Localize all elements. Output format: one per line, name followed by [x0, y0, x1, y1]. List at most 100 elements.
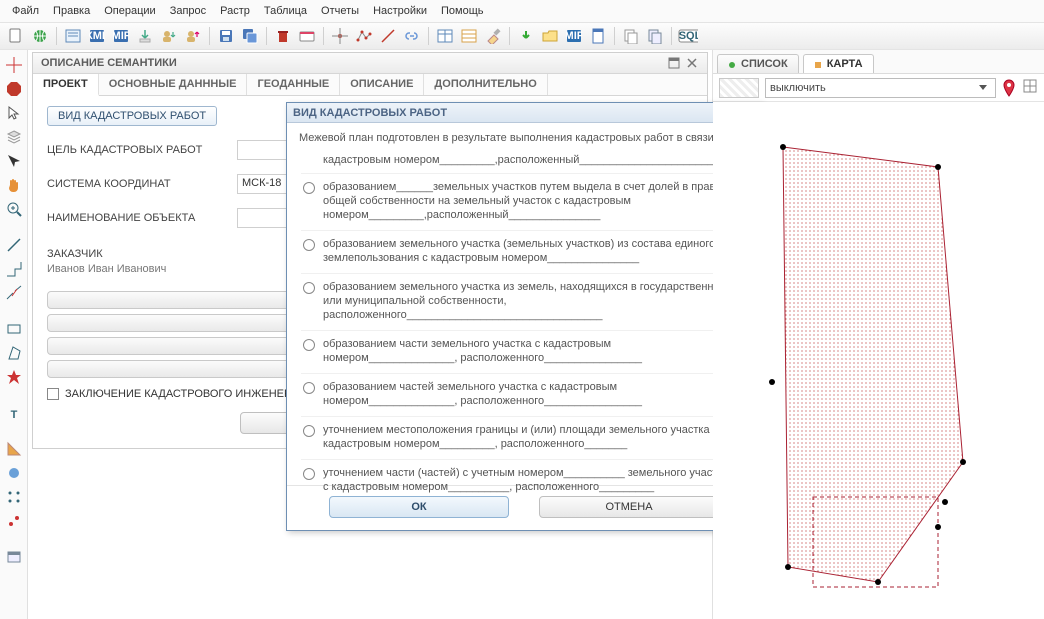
panel-close-icon[interactable] — [685, 56, 699, 70]
new-doc-icon[interactable] — [6, 26, 26, 46]
dialog-option-3[interactable]: образованием земельного участка из земел… — [301, 274, 733, 331]
panel-window-icon[interactable] — [667, 56, 681, 70]
menu-item-edit[interactable]: Правка — [49, 3, 94, 19]
dialog-option-4[interactable]: образованием части земельного участка с … — [301, 331, 733, 374]
triangle-icon[interactable] — [5, 440, 23, 458]
polygon-icon[interactable] — [5, 344, 23, 362]
workspace: T ОПИСАНИЕ СЕМАНТИКИ ПРОЕКТ ОСНОВНЫЕ ДАН… — [0, 50, 1044, 619]
layer-visibility-select[interactable]: выключить — [765, 78, 996, 98]
tab-project[interactable]: ПРОЕКТ — [33, 74, 99, 96]
cad-works-type-button[interactable]: ВИД КАДАСТРОВЫХ РАБОТ — [47, 106, 217, 126]
svg-text:MIF: MIF — [566, 30, 582, 42]
map-tool-icon[interactable] — [1022, 78, 1038, 97]
save-icon[interactable] — [216, 26, 236, 46]
user-import-icon[interactable] — [159, 26, 179, 46]
right-toolbar: выключить — [713, 74, 1044, 102]
radio-icon[interactable] — [303, 239, 315, 251]
break-line-icon[interactable] — [5, 284, 23, 302]
menu-item-file[interactable]: Файл — [8, 3, 43, 19]
cad-works-dialog-titlebar[interactable]: ВИД КАДАСТРОВЫХ РАБОТ — [287, 103, 761, 123]
map-thumb-icon[interactable] — [719, 78, 759, 98]
xml-export-icon[interactable]: XML — [87, 26, 107, 46]
polyline-blue-icon[interactable] — [5, 260, 23, 278]
mif-blue-icon[interactable]: MIF — [564, 26, 584, 46]
menu-item-reports[interactable]: Отчеты — [317, 3, 363, 19]
dialog-option-2[interactable]: образованием земельного участка (земельн… — [301, 231, 733, 274]
zoom-extents-icon[interactable] — [5, 200, 23, 218]
clear-icon[interactable] — [483, 26, 503, 46]
map-orange-dot-icon — [814, 60, 822, 68]
text-icon[interactable]: T — [5, 404, 23, 422]
card-icon[interactable] — [297, 26, 317, 46]
stop-icon[interactable] — [5, 80, 23, 98]
svg-text:T: T — [10, 409, 17, 421]
crosshair-icon[interactable] — [5, 56, 23, 74]
dialog-options-list[interactable]: кадастровым номером_________,расположенн… — [299, 149, 751, 479]
tab-extra[interactable]: ДОПОЛНИТЕЛЬНО — [424, 74, 547, 95]
layers-icon[interactable] — [5, 128, 23, 146]
dialog-option-1[interactable]: образованием______земельных участков пут… — [301, 174, 733, 231]
arrow-down-green-icon[interactable] — [516, 26, 536, 46]
four-dots-icon[interactable] — [5, 488, 23, 506]
pointer-arrow-icon[interactable] — [5, 152, 23, 170]
link-icon[interactable] — [402, 26, 422, 46]
dialog-option-6[interactable]: уточнением местоположения границы и (или… — [301, 417, 733, 460]
delete-icon[interactable] — [273, 26, 293, 46]
open-folder-icon[interactable] — [540, 26, 560, 46]
tab-map[interactable]: КАРТА — [803, 54, 874, 73]
right-pane: СПИСОК КАРТА выключить — [712, 50, 1044, 619]
menu-item-query[interactable]: Запрос — [166, 3, 210, 19]
radio-icon[interactable] — [303, 425, 315, 437]
doc-blue-icon[interactable] — [588, 26, 608, 46]
menu-item-ops[interactable]: Операции — [100, 3, 159, 19]
dialog-option-2-text: образованием земельного участка (земельн… — [323, 237, 731, 265]
dialog-option-7[interactable]: уточнением части (частей) с учетным номе… — [301, 460, 733, 502]
copy-icon[interactable] — [621, 26, 641, 46]
rect-icon[interactable] — [5, 320, 23, 338]
label-crs: СИСТЕМА КООРДИНАТ — [47, 178, 227, 190]
snap-point-icon[interactable] — [330, 26, 350, 46]
radio-icon[interactable] — [303, 468, 315, 480]
menu-bar: Файл Правка Операции Запрос Растр Таблиц… — [0, 0, 1044, 22]
menu-item-help[interactable]: Помощь — [437, 3, 488, 19]
globe-icon[interactable] — [30, 26, 50, 46]
conclusion-checkbox[interactable] — [47, 388, 59, 400]
tab-list[interactable]: СПИСОК — [717, 54, 799, 73]
map-pin-red-icon[interactable] — [1002, 79, 1016, 97]
right-tabs: СПИСОК КАРТА — [713, 50, 1044, 74]
menu-item-settings[interactable]: Настройки — [369, 3, 431, 19]
label-purpose: ЦЕЛЬ КАДАСТРОВЫХ РАБОТ — [47, 144, 227, 156]
sql-icon[interactable]: SQL — [678, 26, 698, 46]
line-blue-icon[interactable] — [5, 236, 23, 254]
two-dots-red-icon[interactable] — [5, 512, 23, 530]
circle-blue-icon[interactable] — [5, 464, 23, 482]
menu-item-table[interactable]: Таблица — [260, 3, 311, 19]
table2-icon[interactable] — [459, 26, 479, 46]
radio-icon[interactable] — [303, 182, 315, 194]
pan-hand-icon[interactable] — [5, 176, 23, 194]
dialog-intro-2: кадастровым номером_________,расположенн… — [301, 153, 733, 174]
table1-icon[interactable] — [435, 26, 455, 46]
import-icon[interactable] — [135, 26, 155, 46]
menu-item-raster[interactable]: Растр — [216, 3, 254, 19]
star-icon[interactable] — [5, 368, 23, 386]
panel-icon[interactable] — [5, 548, 23, 566]
mif-export-icon[interactable]: MIF — [111, 26, 131, 46]
form-icon[interactable] — [63, 26, 83, 46]
radio-icon[interactable] — [303, 339, 315, 351]
tab-main-data[interactable]: ОСНОВНЫЕ ДАНННЫЕ — [99, 74, 248, 95]
semantics-panel-title: ОПИСАНИЕ СЕМАНТИКИ — [33, 53, 707, 74]
edit-vertices-icon[interactable] — [354, 26, 374, 46]
line-icon[interactable] — [378, 26, 398, 46]
cursor-icon[interactable] — [5, 104, 23, 122]
copy2-icon[interactable] — [645, 26, 665, 46]
cad-works-dialog: ВИД КАДАСТРОВЫХ РАБОТ Межевой план подго… — [286, 102, 762, 531]
map-canvas[interactable] — [713, 102, 1044, 619]
radio-icon[interactable] — [303, 382, 315, 394]
radio-icon[interactable] — [303, 282, 315, 294]
tab-geodata[interactable]: ГЕОДАННЫЕ — [247, 74, 340, 95]
user-export-icon[interactable] — [183, 26, 203, 46]
save-all-icon[interactable] — [240, 26, 260, 46]
tab-description[interactable]: ОПИСАНИЕ — [340, 74, 424, 95]
dialog-option-5[interactable]: образованием частей земельного участка с… — [301, 374, 733, 417]
